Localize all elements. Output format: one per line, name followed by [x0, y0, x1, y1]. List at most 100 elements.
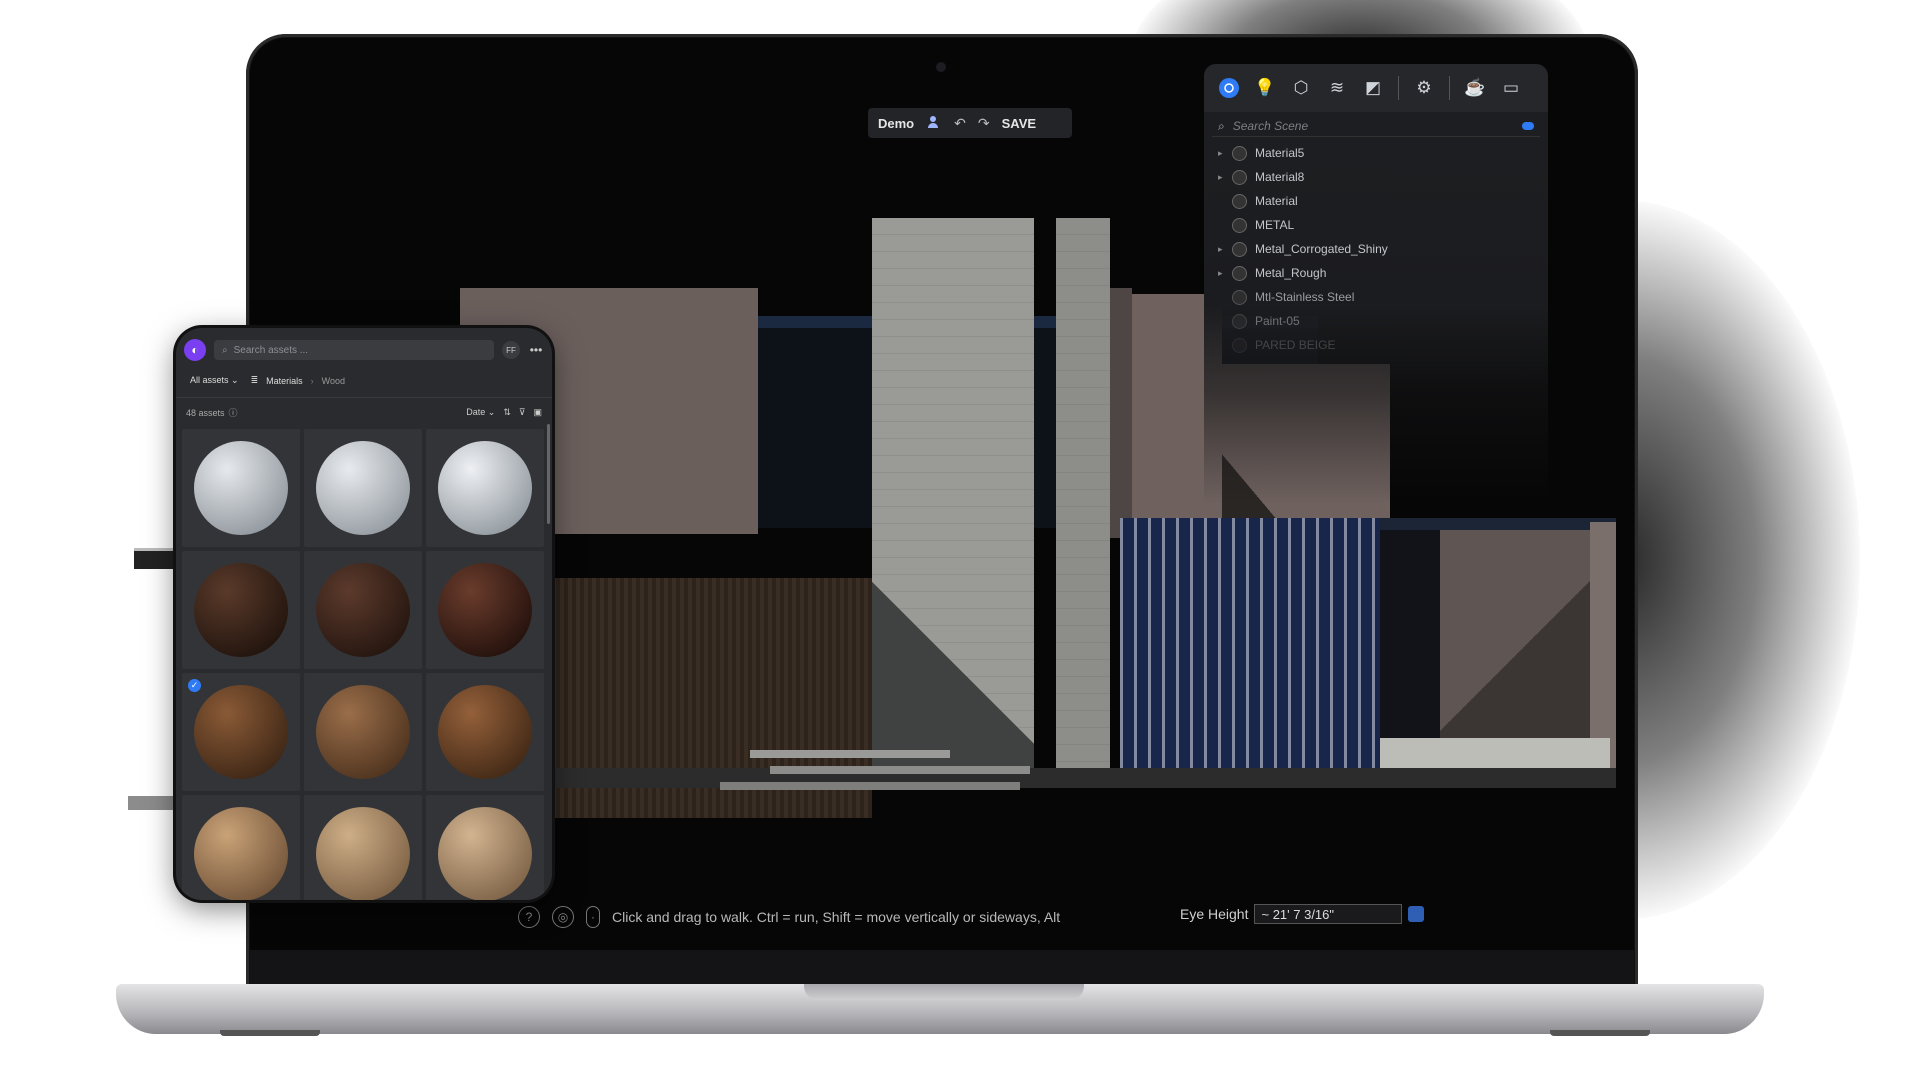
material-card[interactable]: ✓: [182, 673, 300, 791]
outliner-item[interactable]: Mtl-Stainless Steel: [1204, 285, 1548, 309]
cube-icon[interactable]: [1408, 906, 1425, 922]
outliner-item[interactable]: METAL: [1204, 213, 1548, 237]
scenes-icon[interactable]: ◩: [1362, 77, 1384, 99]
outliner-item[interactable]: ▸ Metal_Rough: [1204, 261, 1548, 285]
expand-arrow-icon[interactable]: ▸: [1218, 244, 1224, 255]
scrollbar[interactable]: [547, 424, 550, 524]
material-sphere: [194, 441, 288, 535]
search-icon: ⌕: [222, 344, 228, 356]
material-card[interactable]: [426, 795, 544, 900]
save-button[interactable]: SAVE: [1002, 116, 1036, 131]
outliner-item[interactable]: ▸ Material8: [1204, 165, 1548, 189]
material-swatch-icon: [1232, 289, 1247, 305]
undo-icon[interactable]: ↶: [954, 116, 966, 130]
laptop-notch: [804, 984, 1084, 1000]
asset-search-input[interactable]: ⌕ Search assets ...: [214, 340, 494, 360]
settings-icon[interactable]: ⚙: [1413, 77, 1435, 99]
eye-height-input[interactable]: ~ 21' 7 3/16": [1254, 904, 1403, 924]
material-card[interactable]: [182, 551, 300, 669]
more-icon[interactable]: •••: [528, 343, 544, 357]
material-card[interactable]: [182, 795, 300, 900]
material-swatch-icon: [1232, 193, 1247, 209]
sort-dropdown[interactable]: Date ⌄: [466, 407, 495, 418]
list-icon[interactable]: ≣: [251, 375, 259, 386]
asset-browser-panel: ◐ ⌕ Search assets ... FF ••• All assets …: [176, 328, 552, 900]
project-name[interactable]: Demo: [878, 116, 914, 131]
material-sphere: [316, 807, 410, 900]
material-card[interactable]: [182, 429, 300, 547]
material-card[interactable]: [304, 551, 422, 669]
objects-icon[interactable]: ⬡: [1290, 77, 1312, 99]
breadcrumb-leaf[interactable]: Wood: [322, 376, 345, 386]
outliner-item[interactable]: PARED BEIGE: [1204, 333, 1548, 357]
mouse-icon[interactable]: ·: [586, 906, 600, 928]
toolbar-divider: [1449, 76, 1450, 100]
navigation-hint: Click and drag to walk. Ctrl = run, Shif…: [612, 909, 1061, 925]
visibility-icon[interactable]: [1522, 122, 1534, 130]
material-sphere: [438, 685, 532, 779]
material-sphere: [194, 563, 288, 657]
outliner-item[interactable]: ▸ Material5: [1204, 141, 1548, 165]
layers-icon[interactable]: ≋: [1326, 77, 1348, 99]
toolbar-divider: [1398, 76, 1399, 100]
material-card[interactable]: [426, 551, 544, 669]
floor-light: [1380, 738, 1610, 768]
material-card[interactable]: [304, 673, 422, 791]
user-avatar[interactable]: FF: [502, 341, 520, 359]
asset-search-placeholder: Search assets ...: [233, 344, 309, 356]
teapot-icon[interactable]: ☕: [1464, 77, 1486, 99]
collection-icon[interactable]: ▣: [533, 407, 542, 418]
material-swatch-icon: [1232, 313, 1247, 329]
outliner-item[interactable]: Paint-05: [1204, 309, 1548, 333]
expand-arrow-icon[interactable]: ▸: [1218, 148, 1224, 159]
expand-arrow-icon[interactable]: ▸: [1218, 268, 1224, 279]
screen-bezel-bottom: [250, 950, 1634, 988]
sort-icon[interactable]: ⇅: [503, 407, 511, 418]
right-room-pillar: [1590, 522, 1616, 768]
filter-value: All assets: [190, 375, 229, 385]
material-card[interactable]: [304, 795, 422, 900]
help-icon[interactable]: ?: [518, 906, 540, 928]
scene-outliner-panel: 💡 ⬡ ≋ ◩ ⚙ ☕ ▭ ⌕ Search Scene ▸ Material5 ▸…: [1204, 64, 1548, 504]
breadcrumb-root[interactable]: Materials: [266, 376, 303, 386]
material-swatch-icon: [1232, 169, 1247, 185]
material-grid: ✓: [176, 427, 552, 900]
ledge-top: [134, 548, 178, 569]
material-sphere: [194, 685, 288, 779]
sort-value: Date: [466, 407, 486, 417]
tower-shadow-1: [872, 558, 1034, 768]
redo-icon[interactable]: ↷: [978, 116, 990, 130]
ground-slab: [552, 768, 1616, 788]
material-sphere: [438, 563, 532, 657]
outliner-item[interactable]: ▸ Metal_Corrogated_Shiny: [1204, 237, 1548, 261]
info-icon: ⓘ: [228, 408, 238, 418]
chevron-down-icon: ⌄: [231, 375, 239, 385]
material-card[interactable]: [426, 429, 544, 547]
step-3: [720, 782, 1020, 790]
asset-nav: All assets ⌄ ≣ Materials › Wood: [176, 364, 552, 398]
outliner-item-label: METAL: [1255, 218, 1295, 232]
asset-filter-dropdown[interactable]: All assets ⌄: [186, 372, 243, 389]
eye-height-label: Eye Height: [1180, 906, 1249, 922]
webcam: [936, 62, 946, 72]
step-1: [750, 750, 950, 758]
outliner-item-label: Paint-05: [1255, 314, 1300, 328]
scene-search-input[interactable]: ⌕ Search Scene: [1212, 116, 1540, 137]
material-card[interactable]: [426, 673, 544, 791]
window-icon[interactable]: ▭: [1500, 77, 1522, 99]
user-icon[interactable]: [926, 114, 942, 132]
globe-icon[interactable]: ◎: [552, 906, 574, 928]
material-card[interactable]: [304, 429, 422, 547]
material-swatch-icon: [1232, 265, 1247, 281]
material-swatch-icon: [1232, 241, 1247, 257]
filter-icon[interactable]: ⊽: [519, 407, 526, 418]
outliner-item[interactable]: Material: [1204, 189, 1548, 213]
app-logo-icon[interactable]: ◐: [184, 339, 206, 361]
material-swatch-icon: [1232, 217, 1247, 233]
material-swatch-icon: [1232, 145, 1247, 161]
material-sphere: [194, 807, 288, 900]
expand-arrow-icon[interactable]: ▸: [1218, 172, 1224, 183]
materials-icon[interactable]: [1218, 77, 1240, 99]
outliner-item-label: PARED BEIGE: [1255, 338, 1336, 352]
lights-icon[interactable]: 💡: [1254, 77, 1276, 99]
